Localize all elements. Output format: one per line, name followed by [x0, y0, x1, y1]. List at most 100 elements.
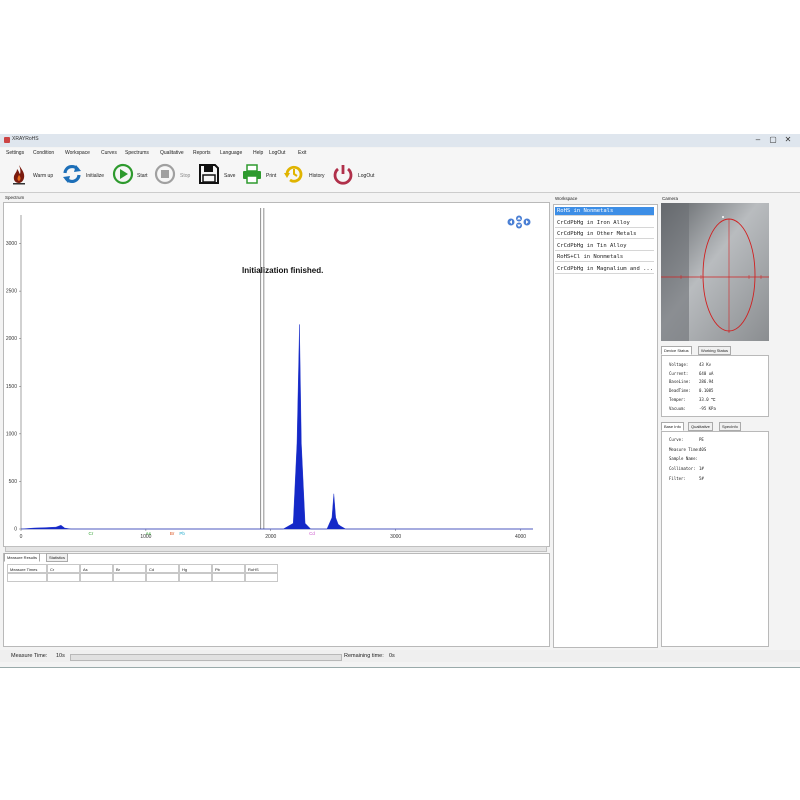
menu-help[interactable]: Help	[253, 150, 263, 156]
title-bar: XRAYRoHS – ▢ ✕	[0, 134, 800, 147]
base-info-key: Curve:	[669, 437, 684, 442]
window-title: XRAYRoHS	[12, 136, 39, 142]
tab-qualitative[interactable]: Qualitative	[688, 422, 713, 431]
zoom-out-icon[interactable]	[523, 218, 531, 226]
base-info-value: 5#	[699, 475, 704, 481]
spectrum-chart[interactable]: 0500100015002000250030000 1000 2000 3000 400…	[0, 200, 552, 550]
device-status-value: 640 uA	[699, 370, 714, 376]
menu-workspace[interactable]: Workspace	[65, 150, 90, 156]
remaining-time-label: Remaining time:	[344, 653, 384, 659]
play-icon[interactable]	[112, 163, 134, 185]
save-icon[interactable]	[198, 163, 220, 185]
menu-language[interactable]: Language	[220, 150, 242, 156]
history-icon[interactable]	[283, 163, 305, 185]
results-column-header[interactable]: Pb	[212, 564, 245, 573]
element-marker-cd[interactable]: Cd	[309, 531, 315, 536]
camera-view[interactable]	[661, 203, 769, 341]
menu-qualitative[interactable]: Qualitative	[160, 150, 184, 156]
chart-navigation	[506, 215, 534, 229]
print-label[interactable]: Print	[266, 173, 276, 179]
element-marker-br[interactable]: Br	[170, 531, 175, 536]
element-marker-pb[interactable]: Pb	[179, 531, 185, 536]
tab-measure-results[interactable]: Measure Results	[4, 553, 41, 562]
y-tick-label: 1000	[6, 431, 17, 437]
flame-icon[interactable]	[8, 163, 30, 185]
workspace-item[interactable]: CrCdPbHg in Magnalium and ...	[555, 265, 654, 274]
x-tick-label: 0	[20, 534, 23, 540]
initialize-label[interactable]: Initialize	[86, 173, 104, 179]
logout-label[interactable]: LogOut	[358, 173, 374, 179]
workspace-item[interactable]: RoHS in Nonmetals	[555, 207, 654, 216]
pan-down-icon[interactable]	[516, 222, 522, 229]
initialization-message: Initialization finished.	[242, 266, 324, 275]
tab-working-status[interactable]: Working Status	[698, 346, 732, 355]
base-info-key: Sample Name:	[669, 456, 698, 462]
results-cell[interactable]	[146, 573, 179, 582]
results-cell[interactable]	[7, 573, 47, 582]
workspace-item[interactable]: CrCdPbHg in Tin Alloy	[555, 242, 654, 251]
workspace-title: Workspace	[555, 196, 578, 201]
menu-curves[interactable]: Curves	[101, 150, 117, 156]
y-tick-label: 2000	[6, 336, 17, 342]
device-status-key: Current:	[669, 370, 689, 376]
stop-label[interactable]: Stop	[180, 173, 190, 179]
save-label[interactable]: Save	[224, 173, 235, 179]
device-status-value: 286.94	[699, 379, 714, 385]
minimize-button[interactable]: –	[752, 135, 764, 145]
results-column-header[interactable]: RoHS	[245, 564, 278, 573]
results-cell[interactable]	[113, 573, 146, 582]
maximize-button[interactable]: ▢	[767, 135, 779, 145]
results-column-header[interactable]: Br	[113, 564, 146, 573]
menu-reports[interactable]: Reports	[193, 150, 211, 156]
element-marker-cr[interactable]: Cr	[89, 531, 94, 536]
results-cell[interactable]	[179, 573, 212, 582]
tab-statistics[interactable]: Statistics	[46, 553, 69, 562]
results-column-header[interactable]: As	[80, 564, 113, 573]
results-cell[interactable]	[80, 573, 113, 582]
power-icon[interactable]	[332, 163, 354, 185]
element-marker-as[interactable]: As	[146, 531, 152, 536]
device-status-value: 0.1085	[699, 388, 714, 394]
menu-settings[interactable]: Settings	[6, 150, 24, 156]
workspace-item[interactable]: CrCdPbHg in Other Metals	[555, 230, 654, 239]
start-label[interactable]: Start	[137, 173, 148, 179]
zoom-in-icon[interactable]	[507, 218, 515, 226]
base-info-key: Filter:	[669, 475, 686, 481]
y-tick-label: 500	[9, 479, 18, 485]
menu-logout[interactable]: LogOut	[269, 150, 285, 156]
base-info-key: Collimator:	[669, 466, 696, 472]
base-info-value: PE	[699, 437, 704, 442]
results-cell[interactable]	[212, 573, 245, 582]
results-column-header[interactable]: Measure Times	[7, 564, 47, 573]
results-column-header[interactable]: Hg	[179, 564, 212, 573]
workspace-item[interactable]: RoHS+Cl in Nonmetals	[555, 253, 654, 262]
history-label[interactable]: History	[309, 173, 325, 179]
menu-spectrums[interactable]: Spectrums	[125, 150, 149, 156]
x-tick-label: 2000	[265, 534, 276, 540]
results-column-header[interactable]: Cr	[47, 564, 80, 573]
device-status-key: BaseLine:	[669, 379, 691, 385]
measure-time-value: 10s	[56, 653, 65, 659]
stop-icon[interactable]	[154, 163, 176, 185]
pan-up-icon[interactable]	[516, 215, 522, 222]
close-button[interactable]: ✕	[782, 135, 794, 145]
menu-bar: Settings Condition Workspace Curves Spec…	[0, 148, 800, 158]
tab-specinfo[interactable]: SpecInfo	[719, 422, 741, 431]
tab-base-info[interactable]: Base Info	[661, 422, 684, 431]
device-status-key: Vacuum:	[669, 405, 686, 411]
menu-condition[interactable]: Condition	[33, 150, 54, 156]
device-status-key: DeadTime:	[669, 388, 691, 394]
spectrum-scrollbar[interactable]	[5, 546, 547, 552]
refresh-icon[interactable]	[61, 163, 83, 185]
tab-device-status[interactable]: Device Status	[661, 346, 692, 355]
printer-icon[interactable]	[241, 163, 263, 185]
warm-up-label[interactable]: Warm up	[33, 173, 53, 179]
y-tick-label: 3000	[6, 241, 17, 247]
results-column-header[interactable]: Cd	[146, 564, 179, 573]
menu-exit[interactable]: Exit	[298, 150, 306, 156]
y-tick-label: 1500	[6, 384, 17, 390]
base-info-value: 40S	[699, 446, 707, 452]
results-cell[interactable]	[245, 573, 278, 582]
results-cell[interactable]	[47, 573, 80, 582]
workspace-item[interactable]: CrCdPbHg in Iron Alloy	[555, 219, 654, 228]
